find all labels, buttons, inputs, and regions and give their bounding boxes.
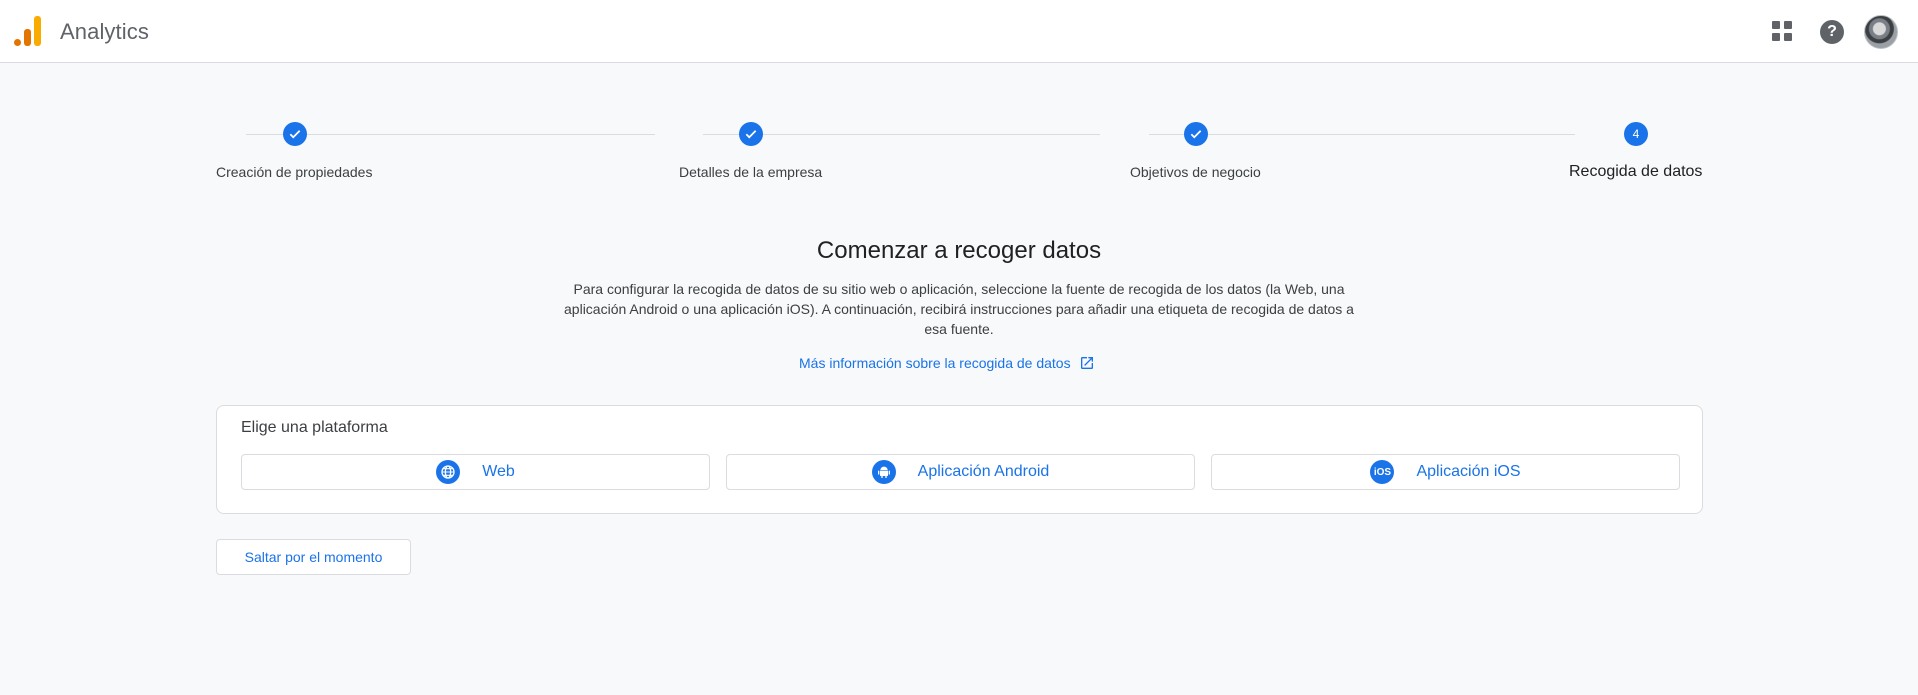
web-platform-button[interactable]: Web [241,454,710,490]
ios-icon: iOS [1370,460,1395,484]
page-description: Para configurar la recogida de datos de … [564,281,1354,337]
check-icon [283,122,307,146]
open-in-new-icon [1080,357,1093,369]
step-label: Creación de propiedades [216,164,373,180]
step-connector [1149,134,1575,135]
step-connector [246,134,655,135]
app-title: Analytics [60,19,149,44]
skip-button[interactable]: Saltar por el momento [216,539,411,575]
ios-platform-button[interactable]: iOS Aplicación iOS [1211,454,1680,490]
help-icon[interactable]: ? [1820,20,1844,44]
check-icon [1184,122,1208,146]
platform-card-title: Elige una plataforma [241,419,388,436]
platform-card: Elige una plataforma Web Aplicación Andr… [216,405,1703,514]
android-platform-button[interactable]: Aplicación Android [726,454,1195,490]
step-number: 4 [1624,122,1648,146]
setup-stepper: Creación de propiedades Detalles de la e… [216,122,1702,182]
apps-grid-icon[interactable] [1772,21,1794,43]
android-platform-label: Aplicación Android [917,463,1050,480]
web-platform-label: Web [482,463,515,480]
learn-more-label: Más información sobre la recogida de dat… [799,355,1071,371]
step-label: Objetivos de negocio [1130,164,1261,180]
top-app-bar: Analytics ? [0,0,1918,63]
analytics-logo[interactable] [14,16,42,46]
avatar[interactable] [1864,15,1898,49]
learn-more-link[interactable]: Más información sobre la recogida de dat… [799,355,1095,371]
page-title: Comenzar a recoger datos [816,237,1102,264]
ios-platform-label: Aplicación iOS [1416,463,1521,480]
step-label: Recogida de datos [1569,163,1703,180]
check-icon [739,122,763,146]
step-label: Detalles de la empresa [679,164,823,180]
android-icon [871,460,896,484]
globe-icon [436,460,461,484]
